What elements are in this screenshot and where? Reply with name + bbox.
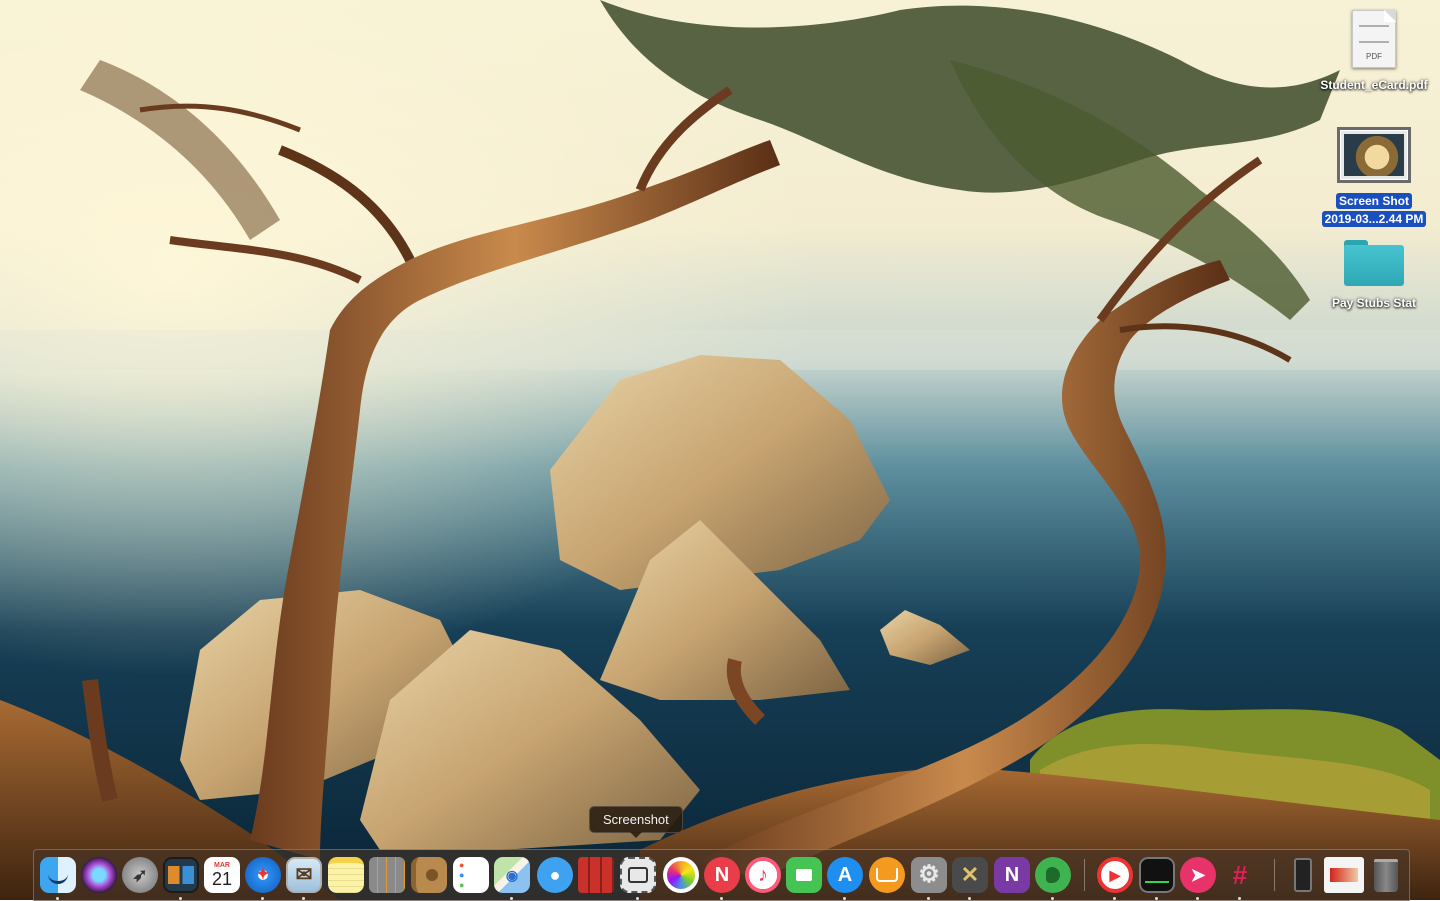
dock-app-facetime[interactable] xyxy=(786,857,822,893)
dock-app-calendar[interactable]: MAR 21 xyxy=(204,857,240,893)
dock-app-activity-monitor[interactable] xyxy=(1139,857,1175,893)
calendar-month: MAR xyxy=(214,861,230,869)
dock-app-maps[interactable]: ◉ xyxy=(494,857,530,893)
dock: ➶ MAR 21 ✦ ✉ ● ● ● ◉ ● N ♪ A ⚙ ✕ N ▶ ➤ # xyxy=(33,849,1410,901)
desktop-file-label-line1: Screen Shot xyxy=(1335,193,1413,209)
dock-app-notes[interactable] xyxy=(328,857,364,893)
dock-app-photos[interactable] xyxy=(663,857,699,893)
rocket-icon: ➶ xyxy=(132,865,148,885)
compass-icon: ✦ xyxy=(256,866,270,883)
dock-app-onenote[interactable]: N xyxy=(994,857,1030,893)
graph-icon xyxy=(1145,867,1169,883)
desktop-file-label: Student_eCard.pdf xyxy=(1320,78,1428,92)
dock-app-siri[interactable] xyxy=(81,857,117,893)
camera-icon xyxy=(628,867,648,883)
dock-app-evernote[interactable] xyxy=(1035,857,1071,893)
mail-stamp-icon: ✉ xyxy=(295,864,313,886)
dock-separator xyxy=(1274,859,1275,891)
dock-app-mail[interactable]: ✉ xyxy=(286,857,322,893)
calendar-day: 21 xyxy=(211,868,233,889)
desktop-file-student-ecard[interactable]: PDF Student_eCard.pdf xyxy=(1309,10,1439,94)
preview-image-icon xyxy=(1330,868,1358,882)
trash-icon xyxy=(1374,858,1398,892)
dock-app-trash[interactable] xyxy=(1368,857,1404,893)
desktop-folder-pay-stubs[interactable]: Pay Stubs Stat xyxy=(1309,240,1439,312)
dock-app-launchpad[interactable]: ➶ xyxy=(122,857,158,893)
elephant-icon xyxy=(1046,867,1060,883)
screenshot-image-icon xyxy=(1340,130,1408,180)
dock-app-contacts[interactable] xyxy=(411,857,447,893)
dock-app-system-preferences[interactable]: ⚙ xyxy=(911,857,947,893)
folder-icon xyxy=(1344,240,1404,286)
paper-plane-icon: ➤ xyxy=(1190,865,1206,885)
dock-app-news[interactable]: N xyxy=(704,857,740,893)
desktop-folder-label: Pay Stubs Stat xyxy=(1331,296,1417,310)
dock-app-mission-control[interactable] xyxy=(163,857,199,893)
desktop-file-label-line2: 2019-03...2.44 PM xyxy=(1321,211,1427,227)
dock-app-iphone-backup[interactable] xyxy=(1285,857,1321,893)
dock-app-books[interactable] xyxy=(869,857,905,893)
dock-app-photo-booth[interactable] xyxy=(578,857,614,893)
open-book-icon xyxy=(876,868,898,882)
dock-app-music[interactable]: ♪ xyxy=(745,857,781,893)
contact-silhouette-icon xyxy=(425,869,438,881)
onenote-icon: N xyxy=(1004,864,1020,886)
reminder-dots-icon: ● ● ● xyxy=(459,860,465,890)
finder-face-icon xyxy=(48,867,68,884)
gear-icon: ⚙ xyxy=(918,861,940,888)
app-store-icon: A xyxy=(837,864,853,886)
dock-app-calculator[interactable] xyxy=(369,857,405,893)
play-icon: ▶ xyxy=(1109,867,1121,883)
dock-app-messages[interactable]: ● xyxy=(537,857,573,893)
dock-app-utilities[interactable]: ✕ xyxy=(952,857,988,893)
music-note-icon: ♪ xyxy=(758,864,768,886)
slack-icon: # xyxy=(1232,860,1248,890)
pdf-document-icon: PDF xyxy=(1352,10,1396,68)
dock-separator xyxy=(1084,859,1085,891)
news-icon: N xyxy=(714,864,730,886)
desktop-wallpaper xyxy=(0,0,1440,900)
phone-icon xyxy=(1294,858,1312,892)
dock-tooltip: Screenshot xyxy=(589,806,683,838)
dock-app-app-store[interactable]: A xyxy=(827,857,863,893)
video-camera-icon xyxy=(796,869,812,881)
dock-app-screenshot[interactable] xyxy=(620,857,656,893)
dock-app-infuse[interactable]: ▶ xyxy=(1097,857,1133,893)
chat-bubble-icon: ● xyxy=(549,865,561,885)
tools-icon: ✕ xyxy=(960,862,980,887)
dock-app-reminders[interactable]: ● ● ● xyxy=(453,857,489,893)
dock-app-safari[interactable]: ✦ xyxy=(245,857,281,893)
dock-app-finder[interactable] xyxy=(40,857,76,893)
map-pin-icon: ◉ xyxy=(505,867,519,883)
windows-icon xyxy=(168,866,194,884)
dock-app-airmail[interactable]: ➤ xyxy=(1180,857,1216,893)
dock-app-preview[interactable] xyxy=(1324,857,1364,893)
dock-app-slack[interactable]: # xyxy=(1222,857,1258,893)
desktop-file-screen-shot[interactable]: Screen Shot 2019-03...2.44 PM xyxy=(1309,120,1439,228)
